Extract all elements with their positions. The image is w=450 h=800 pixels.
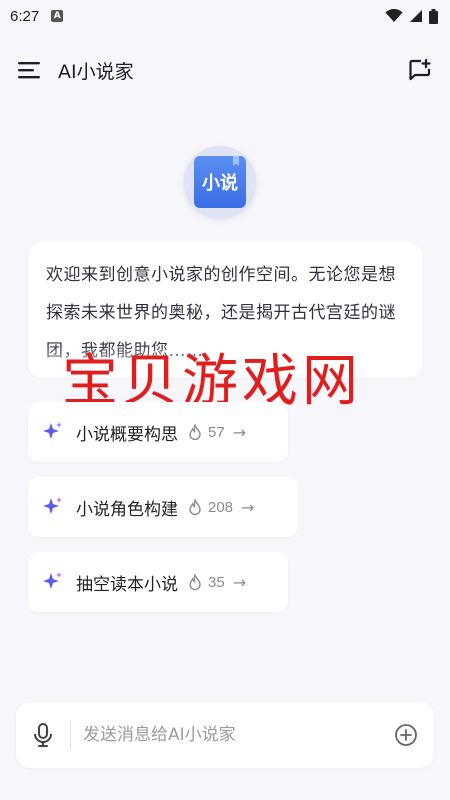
sparkle-icon bbox=[43, 422, 62, 439]
divider bbox=[70, 720, 71, 750]
suggestion-chip[interactable]: 小说概要构思 57 → bbox=[28, 402, 288, 462]
status-bar: 6:27 A bbox=[0, 0, 450, 32]
arrow-right-icon: → bbox=[241, 497, 255, 517]
suggestion-label: 小说角色构建 bbox=[76, 499, 178, 520]
fire-icon bbox=[189, 574, 201, 590]
fire-icon bbox=[189, 424, 201, 440]
status-time: 6:27 bbox=[10, 7, 40, 25]
menu-icon[interactable] bbox=[18, 61, 40, 79]
arrow-right-icon: → bbox=[232, 422, 247, 442]
suggestion-count: 35 bbox=[208, 573, 225, 591]
add-circle-icon[interactable] bbox=[394, 723, 418, 747]
notification-badge-icon: A bbox=[51, 10, 64, 22]
sparkle-icon bbox=[43, 497, 62, 514]
suggestion-chip[interactable]: 小说角色构建 208 → bbox=[28, 477, 298, 537]
microphone-icon[interactable] bbox=[32, 722, 54, 748]
suggestion-label: 小说概要构思 bbox=[76, 424, 178, 445]
message-input-bar bbox=[16, 702, 434, 768]
battery-icon bbox=[429, 8, 438, 24]
wifi-icon bbox=[385, 9, 403, 22]
suggestion-label: 抽空读本小说 bbox=[76, 574, 178, 595]
new-chat-icon[interactable] bbox=[408, 58, 432, 82]
welcome-text: 欢迎来到创意小说家的创作空间。无论您是想探索未来世界的奥秘，还是揭开古代宫廷的谜… bbox=[46, 265, 396, 361]
book-logo-icon: 小说 bbox=[194, 156, 246, 208]
logo-text: 小说 bbox=[202, 173, 238, 194]
app-logo: 小说 bbox=[184, 146, 256, 218]
arrow-right-icon: → bbox=[232, 572, 247, 592]
status-icons bbox=[385, 8, 438, 24]
cell-signal-icon bbox=[410, 10, 422, 22]
message-input[interactable] bbox=[83, 725, 386, 745]
app-title: AI小说家 bbox=[58, 60, 134, 83]
fire-icon bbox=[189, 499, 201, 515]
app-bar: AI小说家 bbox=[0, 46, 450, 94]
suggestion-chip[interactable]: 抽空读本小说 35 → bbox=[28, 552, 288, 612]
suggestion-count: 208 bbox=[208, 498, 234, 516]
welcome-message-card: 欢迎来到创意小说家的创作空间。无论您是想探索未来世界的奥秘，还是揭开古代宫廷的谜… bbox=[28, 242, 422, 378]
suggestion-count: 57 bbox=[208, 423, 225, 441]
sparkle-icon bbox=[43, 572, 62, 589]
